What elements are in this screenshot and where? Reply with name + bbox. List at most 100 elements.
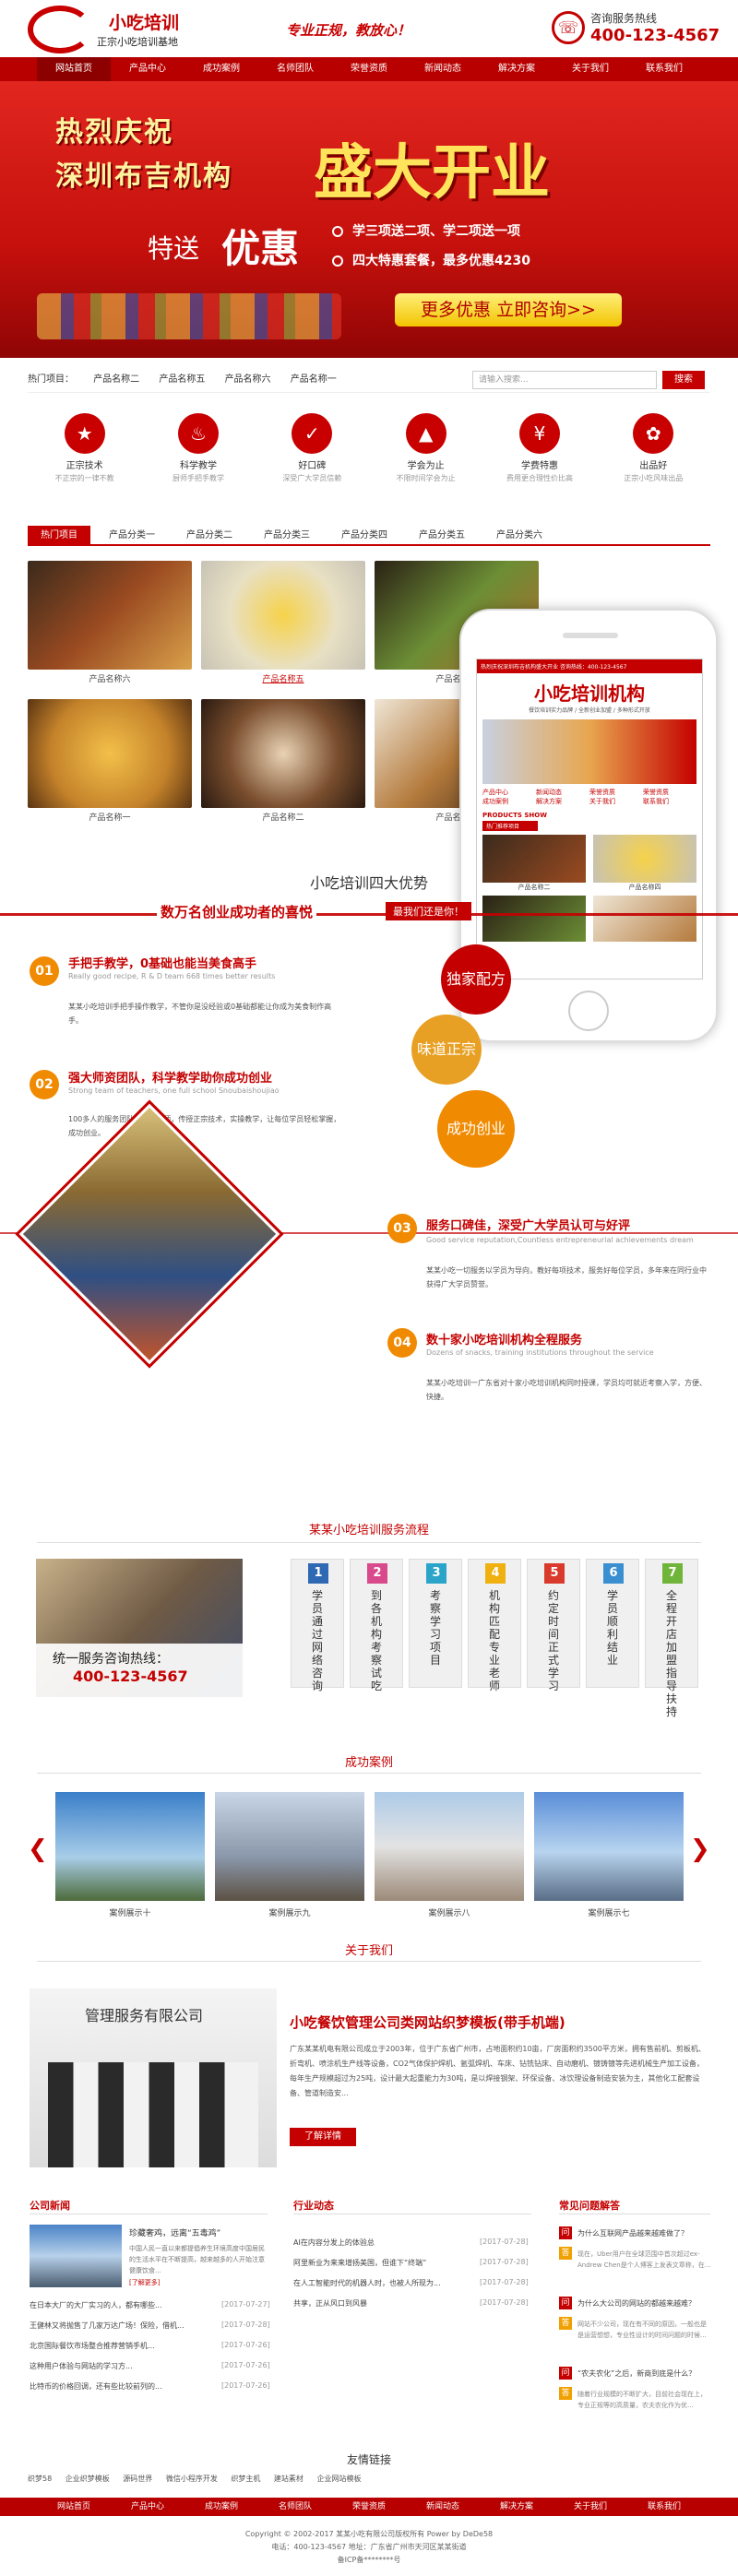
hero-banner[interactable]: 热烈庆祝 深圳布吉机构 盛大开业 特送 优惠 学三项送二项、学二项送一项 四大特… [0,81,738,358]
mobile-product-image[interactable] [482,896,586,942]
case-image[interactable] [534,1792,684,1901]
friend-link[interactable]: 建站素材 [274,2475,304,2483]
friend-link[interactable]: 织梦主机 [231,2475,260,2483]
case-image[interactable] [55,1792,205,1901]
nav-item-about[interactable]: 关于我们 [554,57,627,81]
product-name[interactable]: 产品名称五 [201,672,365,684]
nav-item-honors[interactable]: 荣誉资质 [332,57,406,81]
mobile-menu-item[interactable]: 成功案例 [482,797,536,806]
news-item[interactable]: 王健林又将抛售了几家万达广场！保险，借机... [30,2321,205,2331]
logo-icon[interactable] [28,6,92,53]
nav-item-cases[interactable]: 成功案例 [184,57,258,81]
news-item[interactable]: 这种用户体验与网站的学习方... [30,2361,205,2371]
mobile-product-image[interactable] [593,896,696,942]
news-item[interactable]: 比特币的价格回调，还有些比较前列的... [30,2381,205,2392]
tab-category[interactable]: 产品分类三 [251,526,323,544]
footer-nav-item[interactable]: 解决方案 [480,2498,554,2516]
case-card[interactable]: 案例展示七 [534,1792,684,1918]
news-item[interactable]: 北京国际餐饮市场整合推荐营销手机... [30,2341,205,2351]
logo-title[interactable]: 小吃培训 [109,9,179,34]
hot-keyword-link[interactable]: 产品名称六 [225,374,271,385]
nav-item-products[interactable]: 产品中心 [111,57,184,81]
case-name[interactable]: 案例展示十 [55,1906,205,1918]
friend-link[interactable]: 企业织梦模板 [65,2475,110,2483]
footer-nav-item[interactable]: 关于我们 [554,2498,627,2516]
industry-title[interactable]: 行业动态 [293,2198,334,2213]
friend-link[interactable]: 企业网站模板 [316,2475,361,2483]
product-image[interactable] [201,699,365,808]
case-card[interactable]: 案例展示九 [215,1792,364,1918]
news-lead-title[interactable]: 珍藏奢鸡，远离“五毒鸡” [129,2226,220,2238]
friend-link[interactable]: 源码世界 [123,2475,152,2483]
hot-keyword-link[interactable]: 产品名称一 [291,374,337,385]
news-title[interactable]: 公司新闻 [30,2198,70,2213]
industry-item[interactable]: AI在内容分发上的体验总 [293,2238,469,2248]
case-image[interactable] [375,1792,524,1901]
hot-keyword-link[interactable]: 产品名称五 [159,374,205,385]
consult-button[interactable]: 更多优惠 立即咨询>> [395,293,622,326]
step-text: 机构匹配专业老师 [489,1589,501,1692]
industry-item[interactable]: 阿里新业为来来增扬美国，但谁下“终端” [293,2258,469,2268]
mobile-menu-item[interactable]: 新闻动态 [536,788,589,797]
product-name[interactable]: 产品名称二 [201,811,365,823]
faq-question[interactable]: 为什么大公司的网站的都越来越难？ [577,2298,712,2309]
hot-keyword-link[interactable]: 产品名称二 [93,374,139,385]
tab-category[interactable]: 产品分类四 [328,526,400,544]
product-name[interactable]: 产品名称六 [28,672,192,684]
consult-hotline: 400-123-4567 [73,1668,188,1685]
footer-nav-item[interactable]: 产品中心 [111,2498,184,2516]
nav-item-home[interactable]: 网站首页 [37,57,111,81]
tab-category[interactable]: 产品分类五 [406,526,478,544]
mobile-menu-item[interactable]: 产品中心 [482,788,536,797]
tab-category[interactable]: 产品分类二 [173,526,245,544]
tab-hot[interactable]: 热门项目 [28,526,90,544]
case-name[interactable]: 案例展示九 [215,1906,364,1918]
about-more-button[interactable]: 了解详情 [290,2128,356,2146]
mobile-menu-item[interactable]: 荣誉资质 [643,788,696,797]
news-more-link[interactable]: [了解更多] [129,2278,160,2287]
product-image[interactable] [28,699,192,808]
tab-category[interactable]: 产品分类六 [483,526,555,544]
product-card[interactable]: 产品名称二 [201,699,365,828]
product-image[interactable] [201,561,365,670]
nav-item-contact[interactable]: 联系我们 [627,57,701,81]
mobile-menu-item[interactable]: 解决方案 [536,797,589,806]
case-card[interactable]: 案例展示八 [375,1792,524,1918]
mobile-menu-item[interactable]: 荣誉资质 [589,788,643,797]
faq-question[interactable]: “农夫农化”之后，新商到底是什么？ [577,2368,712,2379]
case-image[interactable] [215,1792,364,1901]
case-name[interactable]: 案例展示七 [534,1906,684,1918]
case-card[interactable]: 案例展示十 [55,1792,205,1918]
icp-number[interactable]: 备ICP备********号 [0,2555,738,2565]
search-button[interactable]: 搜索 [662,371,705,389]
news-item[interactable]: 在日本大厂的大厂实习的人，都有哪些... [30,2300,205,2310]
product-image[interactable] [28,561,192,670]
nav-item-solutions[interactable]: 解决方案 [480,57,554,81]
product-card[interactable]: 产品名称一 [28,699,192,828]
nav-item-news[interactable]: 新闻动态 [406,57,480,81]
product-card[interactable]: 产品名称六 [28,561,192,690]
case-name[interactable]: 案例展示八 [375,1906,524,1918]
footer-nav-item[interactable]: 名师团队 [258,2498,332,2516]
product-card[interactable]: 产品名称五 [201,561,365,690]
friend-link[interactable]: 织梦58 [28,2475,52,2483]
next-arrow-icon[interactable]: ❯ [690,1835,710,1863]
faq-title[interactable]: 常见问题解答 [559,2198,620,2213]
news-thumbnail[interactable] [30,2225,122,2287]
footer-nav-item[interactable]: 新闻动态 [406,2498,480,2516]
faq-question[interactable]: 为什么互联网产品越来越难做了？ [577,2228,712,2238]
product-name[interactable]: 产品名称一 [28,811,192,823]
tab-category[interactable]: 产品分类一 [96,526,168,544]
friend-link[interactable]: 微信小程序开发 [166,2475,218,2483]
footer-nav-item[interactable]: 荣誉资质 [332,2498,406,2516]
nav-item-teachers[interactable]: 名师团队 [258,57,332,81]
mobile-menu-item[interactable]: 联系我们 [643,797,696,806]
industry-item[interactable]: 在人工智能时代的机器人时，也被人所现为... [293,2278,469,2288]
prev-arrow-icon[interactable]: ❮ [28,1835,48,1863]
footer-nav-item[interactable]: 联系我们 [627,2498,701,2516]
footer-nav-item[interactable]: 网站首页 [37,2498,111,2516]
industry-item[interactable]: 共享，正从风口到风暴 [293,2298,469,2309]
search-input[interactable]: 请输入搜索... [472,371,657,389]
footer-nav-item[interactable]: 成功案例 [184,2498,258,2516]
mobile-menu-item[interactable]: 关于我们 [589,797,643,806]
